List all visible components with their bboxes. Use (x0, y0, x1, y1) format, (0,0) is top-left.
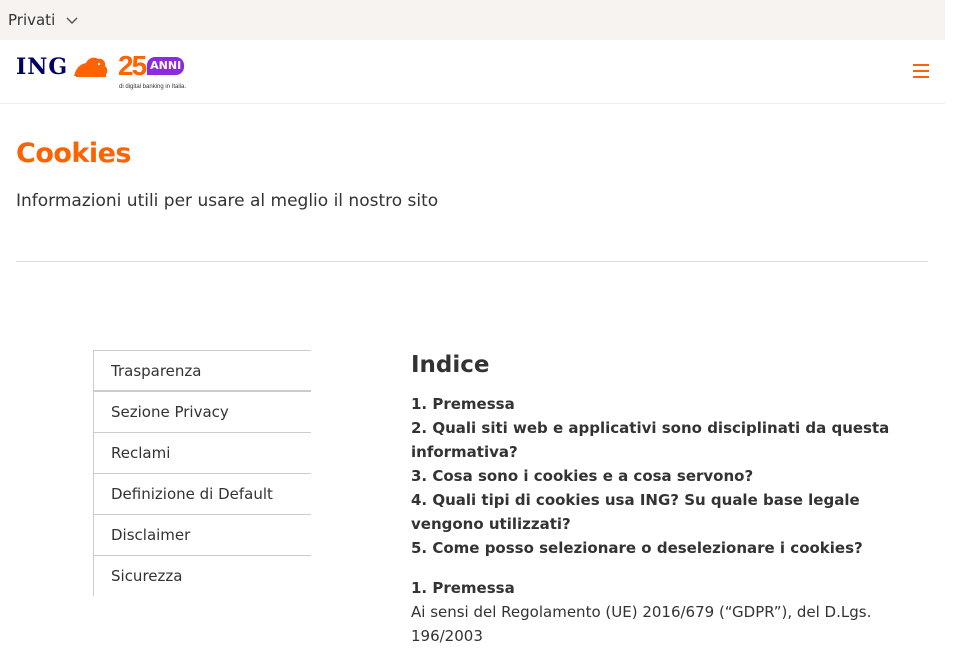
main-content: Indice 1. Premessa 2. Quali siti web e a… (411, 350, 931, 648)
index-title: Indice (411, 352, 490, 378)
divider (16, 261, 928, 262)
section-text: Ai sensi del Regolamento (UE) 2016/679 (… (411, 603, 872, 645)
lion-icon (74, 57, 108, 77)
section-title: 1. Premessa (411, 579, 515, 597)
ing-logo[interactable]: ING (16, 54, 110, 80)
sidenav-item-reclami[interactable]: Reclami (93, 432, 311, 473)
segment-selector[interactable]: Privati (0, 11, 79, 29)
site-header: ING 25 ANNI di digital banking in Italia… (0, 40, 945, 104)
anniversary-badge: 25 ANNI di digital banking in Italia. (118, 50, 188, 96)
sidenav-item-sicurezza[interactable]: Sicurezza (93, 555, 311, 596)
sidenav-item-trasparenza[interactable]: Trasparenza (93, 350, 311, 391)
anniversary-subtitle: di digital banking in Italia. (119, 84, 187, 90)
toc-link-tipi[interactable]: 4. Quali tipi di cookies usa ING? Su qua… (411, 488, 931, 536)
toc-link-premessa[interactable]: 1. Premessa (411, 392, 931, 416)
sidenav-item-disclaimer[interactable]: Disclaimer (93, 514, 311, 555)
anniversary-number: 25 (118, 50, 147, 81)
page-hero: Cookies Informazioni utili per usare al … (16, 138, 928, 211)
page-title: Cookies (16, 138, 132, 169)
sidenav-item-default[interactable]: Definizione di Default (93, 473, 311, 514)
chevron-down-icon (66, 17, 78, 24)
toc-link-selezionare[interactable]: 5. Come posso selezionare o deselezionar… (411, 536, 931, 560)
top-bar: Privati (0, 0, 945, 40)
hamburger-icon[interactable] (913, 64, 929, 78)
sidenav-item-privacy[interactable]: Sezione Privacy (93, 391, 311, 432)
toc-link-siti[interactable]: 2. Quali siti web e applicativi sono dis… (411, 416, 931, 464)
table-of-contents: 1. Premessa 2. Quali siti web e applicat… (411, 392, 931, 560)
toc-link-cosa-sono[interactable]: 3. Cosa sono i cookies e a cosa servono? (411, 464, 931, 488)
segment-label: Privati (8, 11, 56, 29)
side-navigation: Trasparenza Sezione Privacy Reclami Defi… (93, 350, 311, 596)
logo-text: ING (16, 54, 69, 80)
anniversary-word: ANNI (147, 57, 185, 75)
page-subtitle: Informazioni utili per usare al meglio i… (16, 191, 439, 211)
